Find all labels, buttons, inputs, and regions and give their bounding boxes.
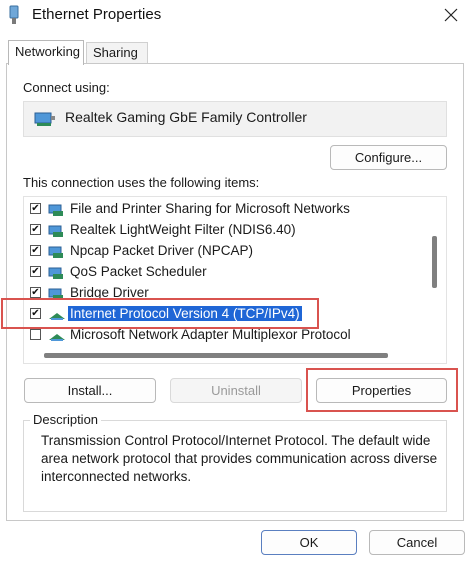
list-item-label: QoS Packet Scheduler — [70, 264, 207, 279]
service-icon — [48, 244, 66, 263]
adapter-name: Realtek Gaming GbE Family Controller — [65, 109, 307, 125]
checkbox[interactable] — [30, 329, 41, 340]
list-item[interactable]: ✔ File and Printer Sharing for Microsoft… — [24, 199, 424, 220]
list-item[interactable]: ✔ Npcap Packet Driver (NPCAP) — [24, 241, 424, 262]
list-item-label: Npcap Packet Driver (NPCAP) — [70, 243, 254, 258]
protocol-icon — [48, 328, 66, 347]
connect-using-label: Connect using: — [23, 80, 110, 95]
checkbox[interactable]: ✔ — [30, 287, 41, 298]
list-item[interactable]: ✔ Realtek LightWeight Filter (NDIS6.40) — [24, 220, 424, 241]
tab-networking[interactable]: Networking — [8, 40, 84, 65]
list-item[interactable]: ✔ QoS Packet Scheduler — [24, 262, 424, 283]
close-icon[interactable] — [436, 2, 466, 28]
install-button[interactable]: Install... — [24, 378, 156, 403]
description-text: Transmission Control Protocol/Internet P… — [41, 433, 438, 484]
tab-sharing[interactable]: Sharing — [86, 42, 148, 64]
ethernet-properties-dialog: Ethernet Properties Networking Sharing C… — [0, 0, 470, 565]
checkbox[interactable]: ✔ — [30, 203, 41, 214]
items-list[interactable]: ✔ File and Printer Sharing for Microsoft… — [23, 196, 447, 364]
highlight-box-properties — [306, 368, 458, 412]
checkbox[interactable]: ✔ — [30, 266, 41, 277]
checkbox[interactable]: ✔ — [30, 224, 41, 235]
list-item-label: Microsoft Network Adapter Multiplexor Pr… — [70, 327, 351, 342]
configure-button[interactable]: Configure... — [330, 145, 447, 170]
list-item-label: Realtek LightWeight Filter (NDIS6.40) — [70, 222, 296, 237]
checkbox[interactable]: ✔ — [30, 245, 41, 256]
network-adapter-icon — [34, 110, 56, 131]
description-title: Description — [30, 412, 102, 427]
network-adapter-icon — [8, 5, 20, 25]
service-icon — [48, 202, 66, 221]
vertical-scrollbar[interactable] — [432, 236, 437, 288]
highlight-box-ipv4 — [1, 298, 319, 329]
ok-button[interactable]: OK — [261, 530, 357, 555]
list-item-label: File and Printer Sharing for Microsoft N… — [70, 201, 350, 216]
items-label: This connection uses the following items… — [23, 175, 260, 190]
service-icon — [48, 223, 66, 242]
service-icon — [48, 265, 66, 284]
adapter-display: Realtek Gaming GbE Family Controller — [23, 101, 447, 137]
horizontal-scrollbar[interactable] — [44, 353, 388, 358]
cancel-button[interactable]: Cancel — [369, 530, 465, 555]
window-title: Ethernet Properties — [32, 6, 162, 23]
uninstall-button[interactable]: Uninstall — [170, 378, 302, 403]
title-bar: Ethernet Properties — [0, 0, 470, 30]
